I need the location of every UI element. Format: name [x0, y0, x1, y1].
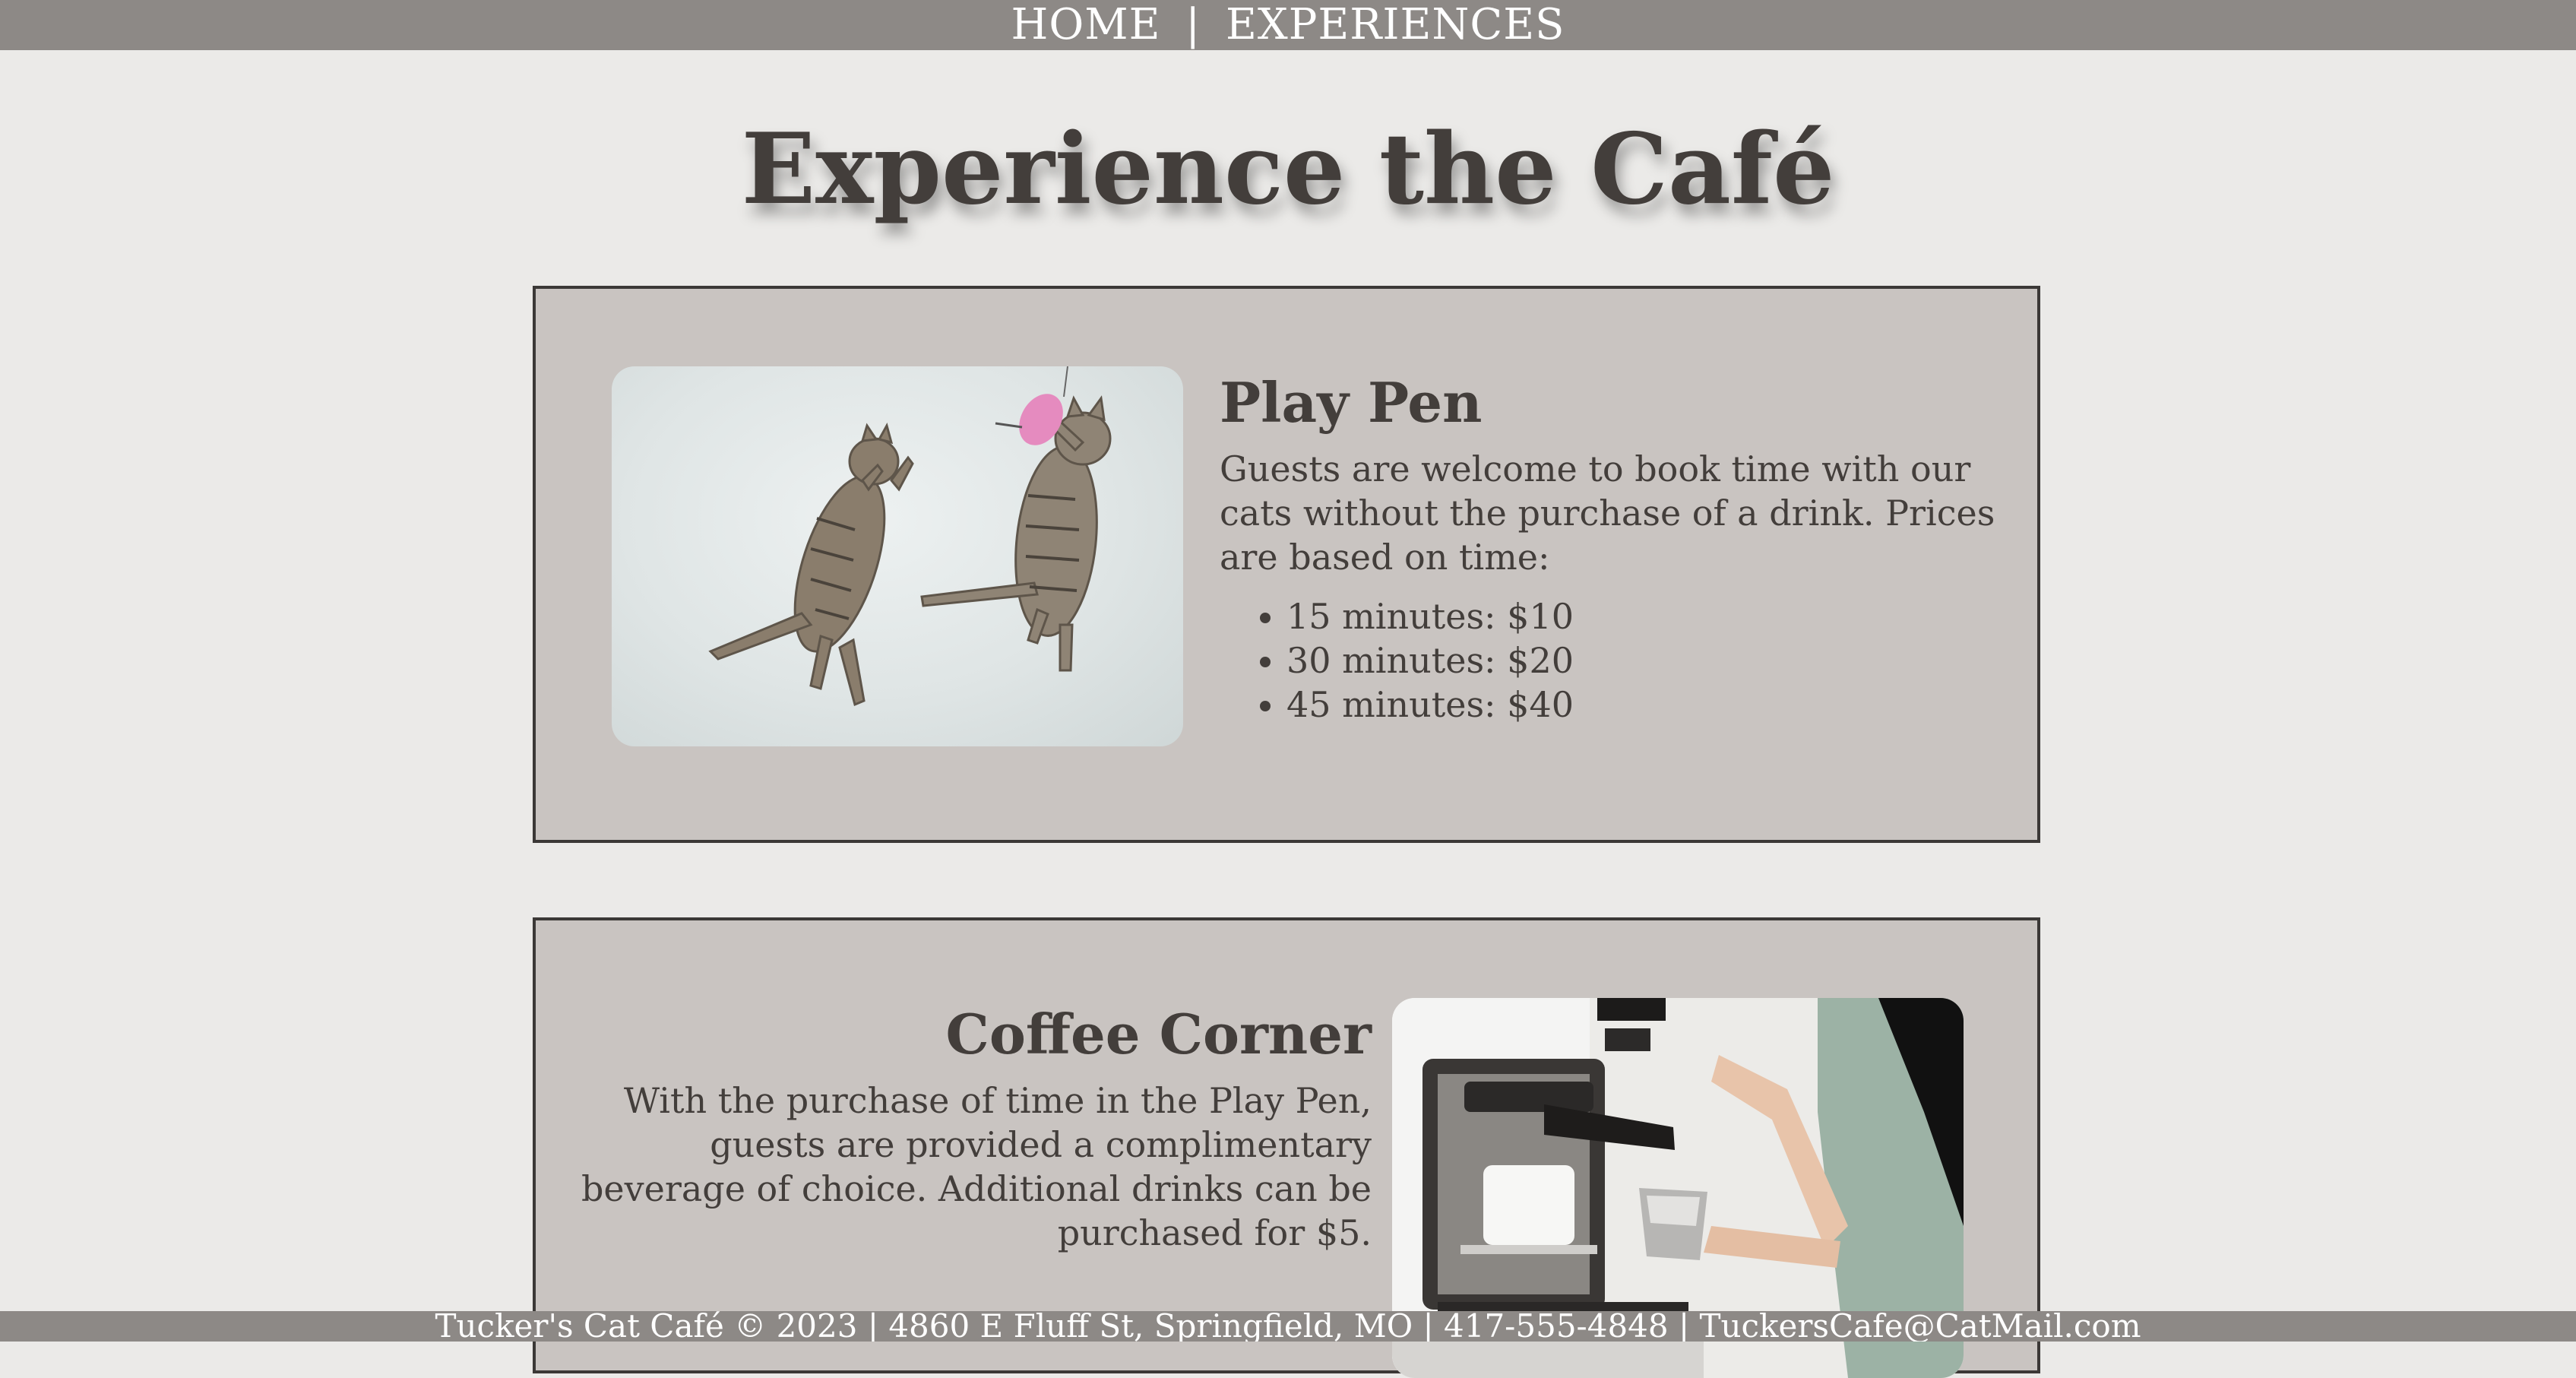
two-cats-jumping-photo [612, 366, 1183, 746]
nav-link-experiences[interactable]: EXPERIENCES [1226, 0, 1565, 50]
coffee-corner-card: Coffee Corner With the purchase of time … [533, 917, 2040, 1378]
footer: Tucker's Cat Café © 2023 | 4860 E Fluff … [0, 1311, 2576, 1342]
footer-text: Tucker's Cat Café © 2023 | 4860 E Fluff … [435, 1311, 2141, 1342]
coffee-corner-heading: Coffee Corner [945, 1002, 1372, 1066]
nav-link-home[interactable]: HOME [1011, 0, 1160, 50]
play-pen-description: Guests are welcome to book time with our… [1220, 448, 1995, 578]
top-navigation-bar: HOME | EXPERIENCES [0, 0, 2576, 50]
price-item-45-minutes: 45 minutes: $40 [1286, 683, 2010, 727]
price-list: 15 minutes: $10 30 minutes: $20 45 minut… [1220, 594, 2010, 727]
price-item-15-minutes: 15 minutes: $10 [1286, 594, 2010, 638]
play-pen-card: Play Pen Guests are welcome to book time… [533, 286, 2040, 843]
coffee-corner-text: Coffee Corner With the purchase of time … [574, 996, 1372, 1255]
play-pen-text: Play Pen Guests are welcome to book time… [1220, 365, 2010, 727]
page-title: Experience the Café [741, 112, 1835, 226]
play-pen-heading: Play Pen [1220, 370, 1483, 435]
nav-separator: | [1185, 0, 1201, 49]
coffee-corner-description: With the purchase of time in the Play Pe… [581, 1080, 1372, 1253]
price-item-30-minutes: 30 minutes: $20 [1286, 638, 2010, 683]
